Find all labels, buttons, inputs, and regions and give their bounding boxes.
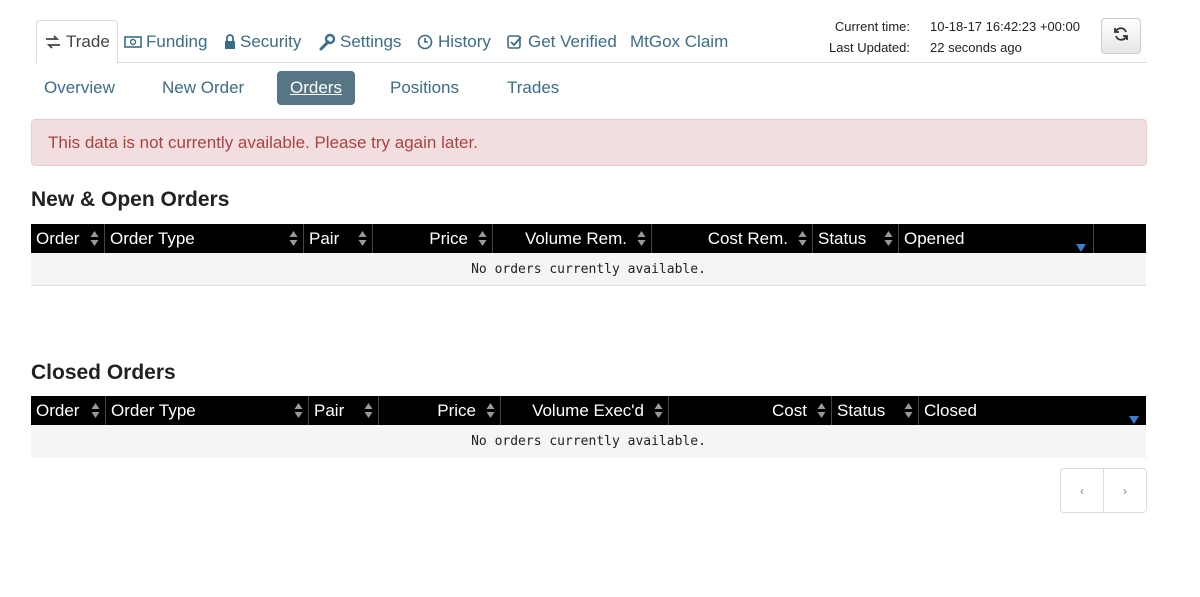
empty-message: No orders currently available. [471,434,706,449]
open-orders-title: New & Open Orders [31,188,230,211]
col-cost[interactable]: Cost [669,396,832,425]
tab-history-label: History [438,31,491,51]
col-order[interactable]: Order [31,224,105,253]
sort-icon [817,402,826,419]
col-volume-rem[interactable]: Volume Rem. [493,224,652,253]
col-price[interactable]: Price [379,396,501,425]
col-label: Volume Exec'd [532,400,644,420]
col-pair[interactable]: Pair [304,224,373,253]
error-alert-text: This data is not currently available. Pl… [48,132,478,152]
empty-row: No orders currently available. [31,425,1146,458]
col-label: Pair [314,400,345,420]
pagination: ‹ › [1060,468,1147,513]
tab-mtgox-claim-label: MtGox Claim [630,31,729,51]
last-updated-label: Last Updated: [829,40,910,55]
col-actions [1094,224,1146,253]
check-square-icon [506,33,524,51]
col-price[interactable]: Price [373,224,493,253]
subtab-overview[interactable]: Overview [44,71,115,105]
col-status[interactable]: Status [813,224,899,253]
time-info: Current time: 10-18-17 16:42:23 +00:00 L… [800,16,1080,58]
subtab-trades[interactable]: Trades [507,71,559,105]
next-page-button[interactable]: › [1103,469,1146,512]
col-label: Cost Rem. [707,228,788,248]
empty-message: No orders currently available. [471,261,706,277]
exchange-icon [44,33,62,51]
sort-icon [478,230,487,247]
error-alert: This data is not currently available. Pl… [31,119,1147,166]
subtab-new-order[interactable]: New Order [162,71,244,105]
sort-desc-icon [1129,409,1139,424]
col-label: Order [36,228,80,248]
wrench-icon [318,33,336,51]
col-label: Price [429,228,468,248]
col-label: Status [837,400,886,420]
current-time-label: Current time: [834,19,910,34]
col-label: Status [818,228,867,248]
col-label: Opened [904,228,965,248]
open-orders-header: Order Order Type Pair Price Volume Rem. … [31,224,1146,253]
col-label: Volume Rem. [524,228,627,248]
refresh-icon [1113,26,1129,47]
clock-icon [416,33,434,51]
col-label: Closed [924,400,977,420]
sort-icon [637,230,646,247]
closed-orders-title: Closed Orders [31,361,176,384]
col-status[interactable]: Status [832,396,919,425]
col-label: Order Type [111,400,196,420]
refresh-button[interactable] [1101,18,1141,54]
tab-trade[interactable]: Trade [36,20,118,64]
tab-security-label: Security [240,31,302,51]
col-opened[interactable]: Opened [899,224,1094,253]
money-icon [124,33,142,51]
empty-row: No orders currently available. [31,253,1146,286]
col-closed[interactable]: Closed [919,396,1146,425]
sort-icon [884,230,893,247]
sort-icon [358,230,367,247]
col-label: Cost [772,400,807,420]
sort-icon [91,402,100,419]
lock-icon [224,33,236,51]
sort-icon [904,402,913,419]
tab-get-verified-label: Get Verified [528,31,617,51]
sort-icon [486,402,495,419]
col-order-type[interactable]: Order Type [106,396,309,425]
sort-icon [294,402,303,419]
sort-icon [654,402,663,419]
subtab-positions[interactable]: Positions [390,71,459,105]
open-orders-table: Order Order Type Pair Price Volume Rem. … [31,224,1146,286]
last-updated-value: 22 seconds ago [930,40,1022,55]
tab-settings-label: Settings [340,31,402,51]
closed-orders-header: Order Order Type Pair Price Volume Exec'… [31,396,1146,425]
tab-trade-label: Trade [66,32,110,51]
sort-icon [364,402,373,419]
col-pair[interactable]: Pair [309,396,379,425]
tab-settings[interactable]: Settings [318,20,401,63]
tab-history[interactable]: History [416,20,491,63]
sort-icon [798,230,807,247]
prev-page-button[interactable]: ‹ [1061,469,1103,512]
col-volume-execd[interactable]: Volume Exec'd [501,396,669,425]
col-order[interactable]: Order [31,396,106,425]
sort-desc-icon [1076,237,1086,252]
col-cost-rem[interactable]: Cost Rem. [652,224,813,253]
tab-get-verified[interactable]: Get Verified [506,20,617,63]
closed-orders-table: Order Order Type Pair Price Volume Exec'… [31,396,1146,458]
col-label: Order [36,400,80,420]
subtab-orders[interactable]: Orders [277,71,355,105]
col-order-type[interactable]: Order Type [105,224,304,253]
col-label: Price [437,400,476,420]
col-label: Order Type [110,228,195,248]
tab-funding-label: Funding [146,31,208,51]
tab-security[interactable]: Security [224,20,301,63]
tab-funding[interactable]: Funding [124,20,207,63]
current-time-value: 10-18-17 16:42:23 +00:00 [930,19,1080,34]
sort-icon [289,230,298,247]
tab-mtgox-claim[interactable]: MtGox Claim [630,20,728,63]
col-label: Pair [309,228,340,248]
sort-icon [90,230,99,247]
